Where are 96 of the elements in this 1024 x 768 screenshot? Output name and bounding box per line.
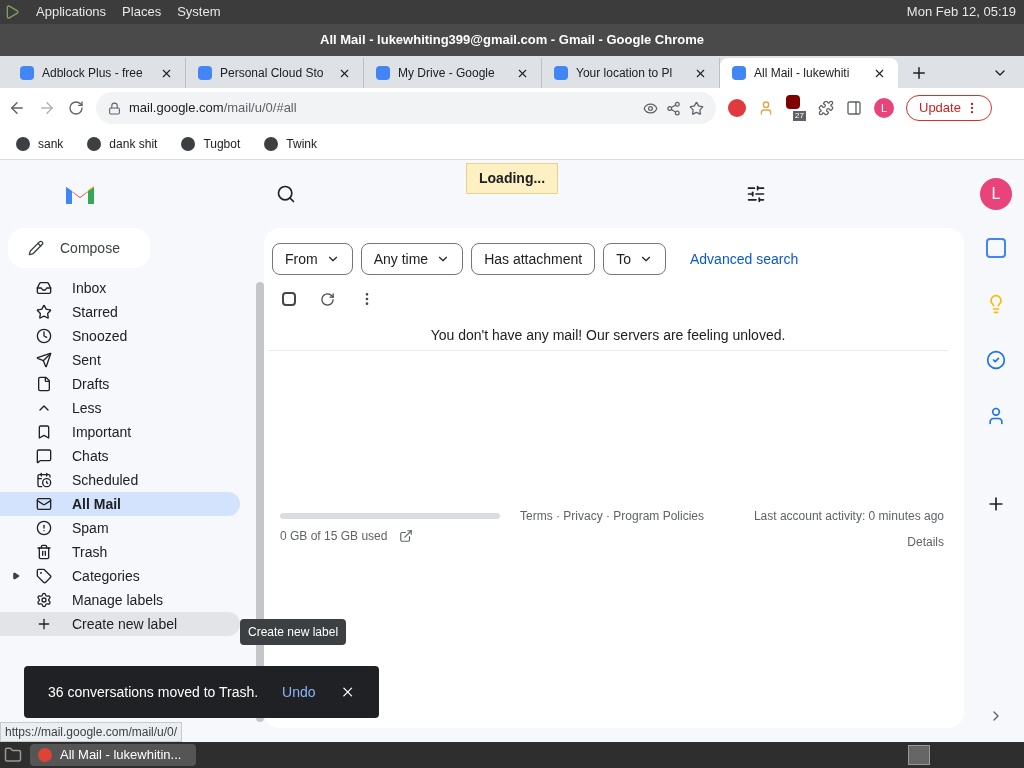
share-icon[interactable] <box>666 100 681 116</box>
mail-icon <box>36 496 52 512</box>
back-icon[interactable] <box>8 99 26 117</box>
nav-item[interactable]: Snoozed <box>0 324 240 348</box>
window-title: All Mail - lukewhiting399@gmail.com - Gmail - Google Chrome <box>320 31 704 50</box>
nav-item[interactable]: Trash <box>0 540 240 564</box>
address-field[interactable]: mail.google.com/mail/u/0/#all <box>96 92 716 124</box>
shield-icon[interactable] <box>786 95 800 109</box>
nav-item[interactable]: Chats <box>0 444 240 468</box>
tab-title: Your location to Pl <box>576 65 674 82</box>
favicon-icon <box>554 66 568 80</box>
filter-icon[interactable] <box>746 184 766 204</box>
tag-icon <box>36 568 52 584</box>
panel-menu[interactable]: Applications <box>36 2 107 22</box>
star-icon <box>36 304 52 320</box>
favicon-icon <box>20 66 34 80</box>
eye-icon[interactable] <box>643 100 658 116</box>
tab-title: Personal Cloud Sto <box>220 65 325 82</box>
browser-tab[interactable]: Your location to Pl <box>542 58 720 88</box>
storage-text: 0 GB of 15 GB used <box>280 528 388 545</box>
nav-item[interactable]: Scheduled <box>0 468 240 492</box>
browser-tab[interactable]: All Mail - lukewhiti <box>720 58 898 88</box>
status-url: https://mail.google.com/mail/u/0/ <box>0 722 183 742</box>
refresh-icon[interactable] <box>320 291 335 307</box>
check-circle-icon[interactable] <box>986 350 1006 370</box>
empty-message: You don't have any mail! Our servers are feeling unloved. <box>430 327 786 343</box>
nav-item[interactable]: Drafts <box>0 372 240 396</box>
extensions-icon[interactable] <box>818 100 834 116</box>
nav-item[interactable]: Sent <box>0 348 240 372</box>
undo-button[interactable]: Undo <box>282 681 316 703</box>
nav-item[interactable]: Inbox <box>0 276 240 300</box>
browser-tab[interactable]: Personal Cloud Sto <box>186 58 364 88</box>
plus-icon <box>36 616 52 632</box>
browser-tab[interactable]: Adblock Plus - free <box>8 58 186 88</box>
toast-message: 36 conversations moved to Trash. <box>48 682 259 702</box>
extension-badge: 27 <box>793 111 806 121</box>
clock: Mon Feb 12, 05:19 <box>906 3 1017 22</box>
compose-button[interactable]: Compose <box>8 228 150 268</box>
filter-chip[interactable]: To <box>603 243 666 275</box>
bookmark[interactable]: sank <box>16 134 64 153</box>
nav-item[interactable]: Important <box>0 420 240 444</box>
bookmark[interactable]: Tugbot <box>181 134 241 153</box>
bookmark[interactable]: Twink <box>264 134 317 153</box>
nav-item[interactable]: Less <box>0 396 240 420</box>
nav-item[interactable]: Categories <box>0 564 240 588</box>
scheduled-icon <box>36 472 52 488</box>
label-icon <box>36 424 52 440</box>
favicon-icon <box>376 66 390 80</box>
search-icon[interactable] <box>276 184 296 204</box>
bookmark-star-icon[interactable] <box>689 100 704 116</box>
menu-logo-icon[interactable] <box>4 4 20 20</box>
folder-icon[interactable] <box>4 746 22 764</box>
advanced-search-link[interactable]: Advanced search <box>690 248 799 270</box>
url-text: mail.google.com/mail/u/0/#all <box>129 99 298 118</box>
taskbar-item[interactable]: All Mail - lukewhitin... <box>30 744 196 766</box>
filter-chip[interactable]: From <box>272 243 353 275</box>
external-link-icon[interactable] <box>399 529 414 543</box>
footer-links[interactable]: Terms · Privacy · Program Policies <box>520 507 705 551</box>
bookmark[interactable]: dank shit <box>87 134 158 153</box>
tooltip: Create new label <box>240 619 347 645</box>
filter-chip[interactable]: Has attachment <box>471 243 596 275</box>
profile-avatar[interactable]: L <box>874 98 894 118</box>
nav-item[interactable]: Spam <box>0 516 240 540</box>
send-icon <box>36 352 52 368</box>
trash-icon <box>36 544 52 560</box>
tab-title: My Drive - Google <box>398 65 496 82</box>
expand-arrow-icon[interactable] <box>12 572 20 580</box>
panel-menu[interactable]: Places <box>122 2 162 22</box>
inbox-icon <box>36 280 52 296</box>
select-checkbox[interactable] <box>282 292 296 306</box>
nav-item[interactable]: All Mail <box>0 492 240 516</box>
browser-tab[interactable]: My Drive - Google <box>364 58 542 88</box>
settings-icon <box>36 592 52 608</box>
side-panel-icon[interactable] <box>846 100 862 116</box>
clock-icon <box>36 328 52 344</box>
favicon-icon <box>732 66 746 80</box>
last-activity: Last account activity: 0 minutes ago <box>753 508 944 525</box>
account-avatar[interactable]: L <box>980 178 1012 210</box>
nav-item[interactable]: Manage labels <box>0 588 240 612</box>
favicon-icon <box>198 66 212 80</box>
person-icon[interactable] <box>986 406 1006 426</box>
pencil-icon <box>28 240 44 256</box>
details-link[interactable]: Details <box>907 533 944 551</box>
tab-title: All Mail - lukewhiti <box>754 65 851 82</box>
file-icon <box>36 376 52 392</box>
new-tab-icon[interactable] <box>910 64 928 82</box>
nav-item[interactable]: Starred <box>0 300 240 324</box>
tab-title: Adblock Plus - free <box>42 65 144 82</box>
alert-icon <box>36 520 52 536</box>
lock-icon <box>108 101 121 115</box>
reload-icon[interactable] <box>68 100 84 116</box>
chat-icon <box>36 448 52 464</box>
filter-chip[interactable]: Any time <box>360 243 464 275</box>
loading-badge: Loading... <box>466 163 559 194</box>
nav-item[interactable]: Create new label <box>0 612 240 636</box>
panel-menu[interactable]: System <box>177 2 221 22</box>
